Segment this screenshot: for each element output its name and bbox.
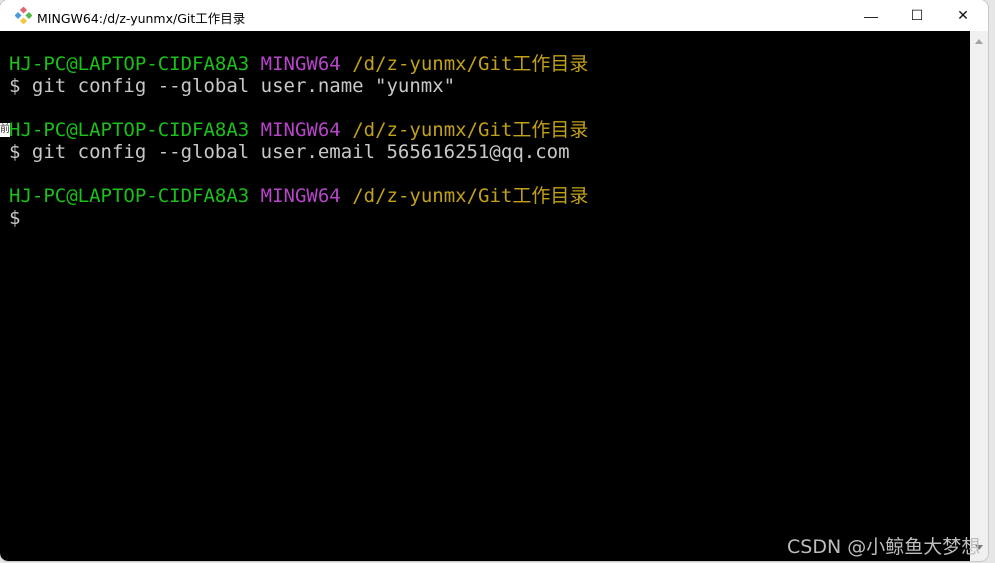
prompt-user-host: HJ-PC@LAPTOP-CIDFA8A3	[9, 185, 250, 207]
prompt-user-host: HJ-PC@LAPTOP-CIDFA8A3	[9, 119, 250, 141]
prompt-line: HJ-PC@LAPTOP-CIDFA8A3 MINGW64 /d/z-yunmx…	[9, 119, 588, 141]
vertical-scrollbar[interactable]	[970, 31, 988, 561]
scroll-up-arrow-icon[interactable]	[975, 39, 983, 44]
prompt-line: HJ-PC@LAPTOP-CIDFA8A3 MINGW64 /d/z-yunmx…	[9, 185, 588, 207]
watermark: CSDN @小鲸鱼大梦想	[787, 536, 981, 558]
minimize-button[interactable]: —	[848, 0, 894, 31]
close-button[interactable]: ✕	[940, 0, 986, 31]
terminal-window: MINGW64:/d/z-yunmx/Git工作目录 — ☐ ✕ HJ-PC@L…	[0, 0, 988, 561]
close-icon: ✕	[957, 7, 969, 23]
command-input-line[interactable]: $	[9, 207, 20, 229]
window-title: MINGW64:/d/z-yunmx/Git工作目录	[37, 11, 246, 26]
title-bar[interactable]: MINGW64:/d/z-yunmx/Git工作目录 — ☐ ✕	[0, 0, 988, 31]
maximize-icon: ☐	[910, 7, 924, 23]
prompt-path: /d/z-yunmx/Git工作目录	[352, 53, 589, 75]
prompt-path: /d/z-yunmx/Git工作目录	[352, 185, 589, 207]
prompt-user-host: HJ-PC@LAPTOP-CIDFA8A3	[9, 53, 250, 75]
git-diamond-icon	[15, 7, 32, 24]
prompt-line: HJ-PC@LAPTOP-CIDFA8A3 MINGW64 /d/z-yunmx…	[9, 53, 588, 75]
minimize-icon: —	[864, 7, 878, 24]
edge-text-artifact: 前	[0, 123, 10, 137]
prompt-system: MINGW64	[260, 185, 341, 207]
prompt-system: MINGW64	[260, 119, 341, 141]
maximize-button[interactable]: ☐	[894, 0, 940, 31]
command-line: $ git config --global user.email 5656162…	[9, 141, 570, 163]
prompt-path: /d/z-yunmx/Git工作目录	[352, 119, 589, 141]
prompt-system: MINGW64	[260, 53, 341, 75]
terminal-output[interactable]: HJ-PC@LAPTOP-CIDFA8A3 MINGW64 /d/z-yunmx…	[0, 31, 970, 561]
command-line: $ git config --global user.name "yunmx"	[9, 75, 456, 97]
